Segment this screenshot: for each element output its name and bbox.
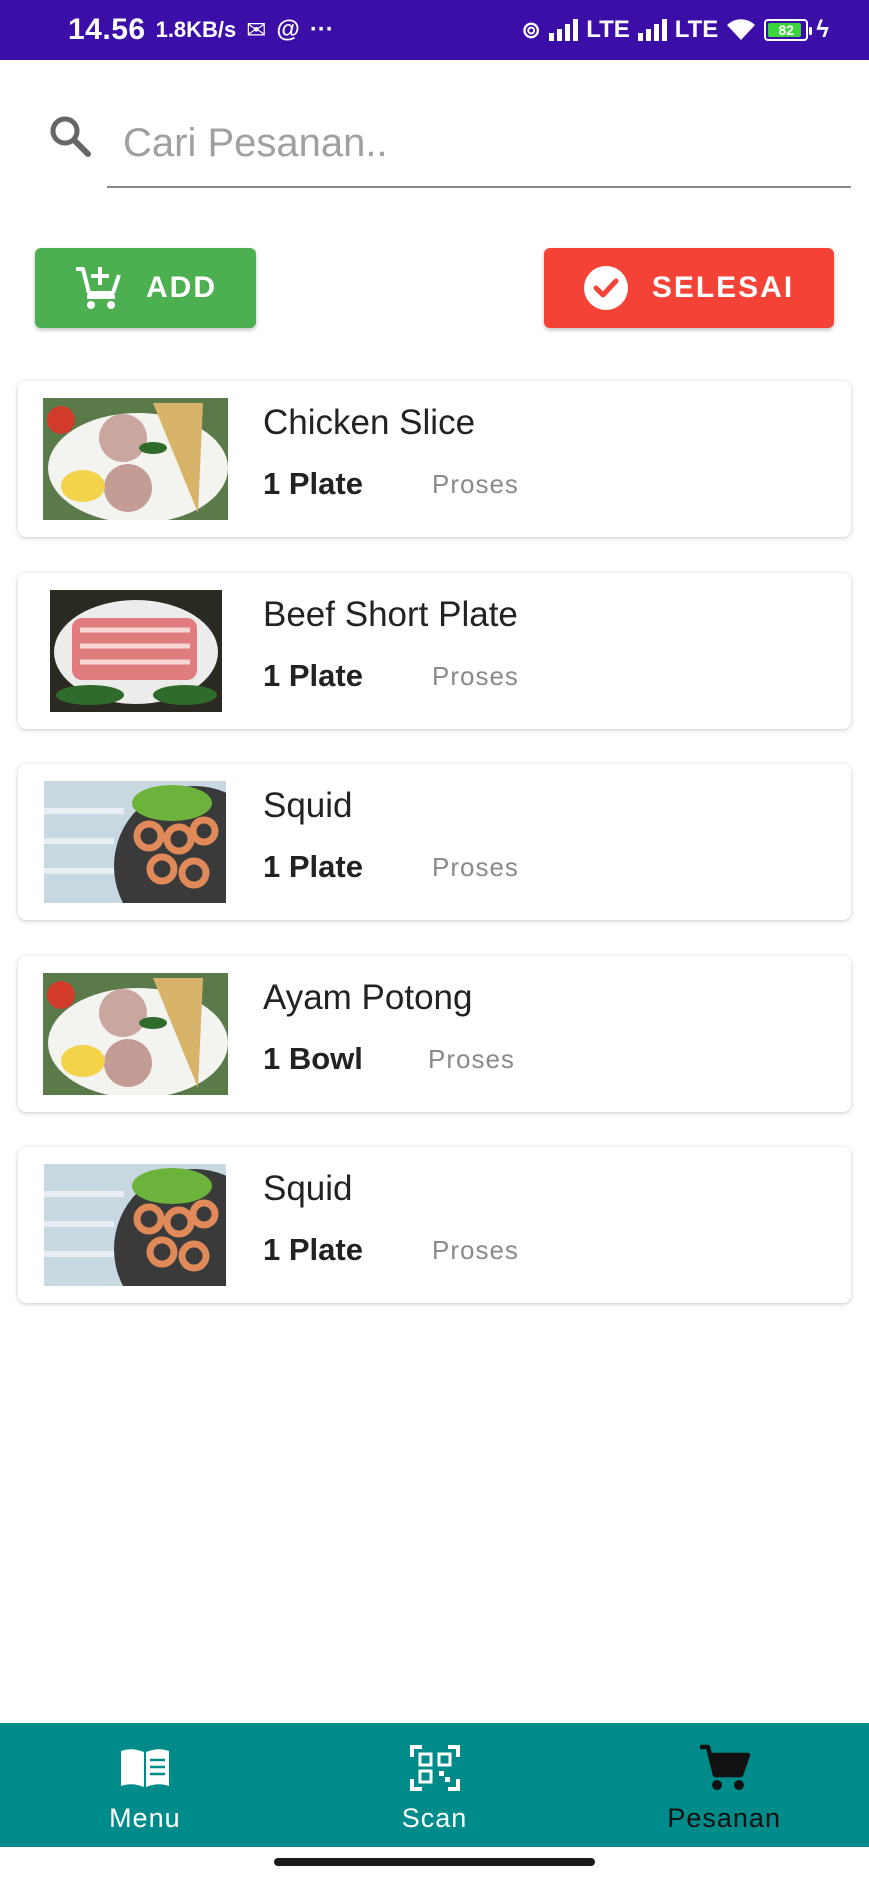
add-button-label: ADD xyxy=(146,271,217,304)
battery-level: 82 xyxy=(778,22,795,38)
item-quantity: 1 Plate xyxy=(263,658,363,693)
selesai-button[interactable]: SELESAI xyxy=(544,248,834,328)
item-quantity: 1 Plate xyxy=(263,466,363,501)
food-image-chicken-slice xyxy=(43,398,228,520)
nav-item-scan[interactable]: Scan xyxy=(290,1723,580,1847)
item-status: Proses xyxy=(432,469,519,499)
more-dots-icon: ··· xyxy=(309,16,334,43)
selesai-button-label: SELESAI xyxy=(651,271,795,304)
qr-scan-icon xyxy=(409,1745,460,1791)
hotspot-icon: ⊚ xyxy=(521,16,542,44)
item-name: Squid xyxy=(263,786,353,825)
food-image-squid xyxy=(44,781,226,903)
order-card[interactable]: Chicken Slice 1 Plate Proses xyxy=(18,381,851,537)
wifi-icon xyxy=(727,19,756,40)
search-input[interactable] xyxy=(107,100,851,188)
item-status: Proses xyxy=(432,1235,519,1265)
item-status: Proses xyxy=(432,852,519,882)
cart-plus-icon xyxy=(76,267,121,309)
clock: 14.56 xyxy=(68,13,146,46)
nav-label: Menu xyxy=(109,1803,181,1833)
food-image-ayam-potong xyxy=(43,973,228,1095)
food-image-squid xyxy=(44,1164,226,1286)
nav-item-pesanan[interactable]: Pesanan xyxy=(579,1723,869,1847)
at-icon: @ xyxy=(276,16,300,43)
book-icon xyxy=(120,1749,169,1787)
item-quantity: 1 Bowl xyxy=(263,1041,363,1076)
battery-icon: 82 xyxy=(764,19,813,41)
mail-icon: ✉ xyxy=(246,16,267,44)
item-name: Beef Short Plate xyxy=(263,595,518,634)
home-indicator[interactable] xyxy=(274,1858,595,1866)
cart-icon xyxy=(700,1744,751,1790)
status-bar: 14.56 1.8KB/s ✉ @ ··· ⊚ LTE LTE 82 ϟ xyxy=(0,0,869,60)
item-name: Chicken Slice xyxy=(263,403,476,442)
signal-icon xyxy=(549,19,579,41)
item-quantity: 1 Plate xyxy=(263,849,363,884)
item-status: Proses xyxy=(432,661,519,691)
nav-item-menu[interactable]: Menu xyxy=(0,1723,290,1847)
nav-label: Pesanan xyxy=(667,1803,781,1833)
order-card[interactable]: Squid 1 Plate Proses xyxy=(18,764,851,920)
check-circle-icon xyxy=(583,266,628,310)
nav-label: Scan xyxy=(401,1803,468,1833)
item-name: Squid xyxy=(263,1169,353,1208)
carrier-label: LTE xyxy=(586,16,630,43)
network-speed: 1.8KB/s xyxy=(155,17,237,42)
bottom-navigation: Menu Scan Pesanan xyxy=(0,1723,869,1847)
order-card[interactable]: Beef Short Plate 1 Plate Proses xyxy=(18,573,851,729)
search-icon[interactable] xyxy=(48,114,92,158)
item-status: Proses xyxy=(428,1044,515,1074)
order-card[interactable]: Squid 1 Plate Proses xyxy=(18,1147,851,1303)
item-name: Ayam Potong xyxy=(263,978,473,1017)
carrier-label: LTE xyxy=(674,16,719,43)
signal-icon xyxy=(637,19,667,41)
item-quantity: 1 Plate xyxy=(263,1232,363,1267)
add-button[interactable]: ADD xyxy=(35,248,256,328)
order-card[interactable]: Ayam Potong 1 Bowl Proses xyxy=(18,956,851,1112)
charging-icon: ϟ xyxy=(816,16,829,43)
food-image-beef-short-plate xyxy=(50,590,222,712)
